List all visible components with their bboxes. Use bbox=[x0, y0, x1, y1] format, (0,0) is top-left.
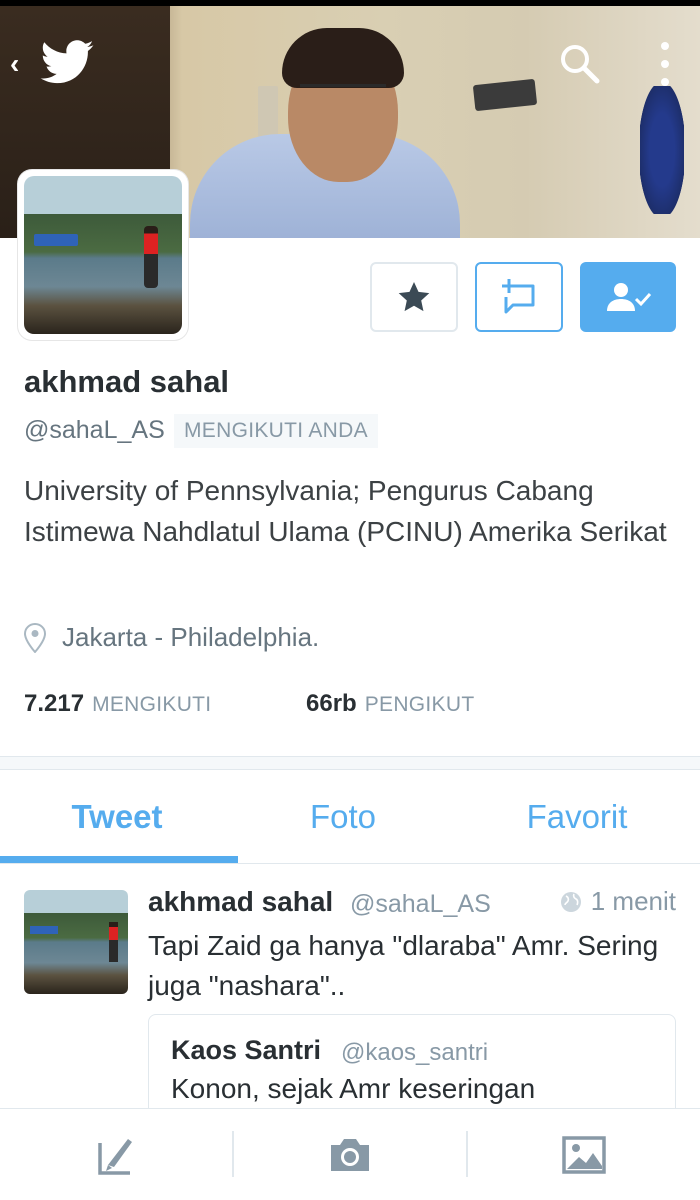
following-button[interactable] bbox=[580, 262, 676, 332]
profile-location: Jakarta - Philadelphia. bbox=[24, 622, 319, 653]
globe-icon bbox=[560, 891, 581, 912]
followers-label: PENGIKUT bbox=[364, 693, 475, 716]
profile-stats: 7.217 MENGIKUTI 66rb PENGIKUT bbox=[24, 690, 474, 718]
profile-location-text: Jakarta - Philadelphia. bbox=[62, 622, 320, 652]
following-stat[interactable]: 7.217 MENGIKUTI bbox=[24, 690, 211, 718]
profile-handle: @sahaL_AS bbox=[24, 416, 165, 444]
tab-foto[interactable]: Foto bbox=[226, 770, 460, 864]
active-tab-indicator bbox=[0, 856, 238, 863]
compose-icon bbox=[98, 1139, 132, 1175]
followers-count: 66rb bbox=[306, 690, 357, 717]
following-count: 7.217 bbox=[24, 690, 85, 717]
profile-avatar[interactable] bbox=[18, 170, 188, 340]
profile-avatar-image bbox=[24, 176, 182, 334]
quoted-tweet-author-handle: @kaos_santri bbox=[341, 1039, 489, 1066]
favorite-user-button[interactable] bbox=[370, 262, 458, 332]
follows-you-badge: MENGIKUTI ANDA bbox=[174, 414, 378, 448]
quoted-tweet-text: Konon, sejak Amr keseringan bbox=[171, 1073, 536, 1104]
tweet-author-name: akhmad sahal bbox=[148, 886, 334, 917]
tab-favorit[interactable]: Favorit bbox=[460, 770, 694, 864]
bottom-action-bar bbox=[0, 1108, 700, 1200]
tweet-time-text: 1 menit bbox=[590, 886, 676, 916]
location-pin-icon bbox=[24, 622, 46, 653]
followers-stat[interactable]: 66rb PENGIKUT bbox=[306, 690, 474, 718]
gallery-button[interactable] bbox=[468, 1109, 700, 1200]
back-icon[interactable]: ‹ bbox=[10, 50, 30, 78]
direct-message-icon bbox=[502, 279, 535, 314]
section-divider bbox=[0, 756, 700, 770]
tweet-text: Tapi Zaid ga hanya "dlaraba" Amr. Sering… bbox=[148, 930, 659, 1001]
camera-button[interactable] bbox=[234, 1109, 466, 1200]
profile-name: akhmad sahal bbox=[24, 364, 230, 399]
camera-icon bbox=[331, 1139, 369, 1171]
quoted-tweet[interactable]: Kaos Santri @kaos_santri Konon, sejak Am… bbox=[148, 1014, 676, 1108]
tab-tweet[interactable]: Tweet bbox=[0, 770, 234, 864]
tweet-item[interactable]: akhmad sahal @sahaL_AS 1 menit Tapi Zaid… bbox=[0, 864, 700, 1108]
star-icon bbox=[398, 282, 430, 312]
following-label: MENGIKUTI bbox=[92, 693, 212, 716]
tweet-author-handle: @sahaL_AS bbox=[350, 890, 491, 918]
profile-tabs: Tweet Foto Favorit bbox=[0, 770, 700, 864]
twitter-bird-icon[interactable] bbox=[40, 40, 94, 84]
profile-bio: University of Pennsylvania; Pengurus Cab… bbox=[24, 475, 667, 547]
search-icon[interactable] bbox=[558, 42, 602, 86]
compose-button[interactable] bbox=[0, 1109, 232, 1200]
tweet-avatar[interactable] bbox=[24, 890, 128, 994]
user-following-icon bbox=[607, 283, 652, 311]
gallery-icon bbox=[562, 1136, 606, 1174]
direct-message-button[interactable] bbox=[475, 262, 563, 332]
more-vertical-icon[interactable] bbox=[650, 38, 680, 90]
quoted-tweet-author-name: Kaos Santri bbox=[171, 1035, 322, 1065]
tweet-timestamp: 1 menit bbox=[559, 886, 676, 917]
top-navigation: ‹ bbox=[0, 6, 700, 116]
